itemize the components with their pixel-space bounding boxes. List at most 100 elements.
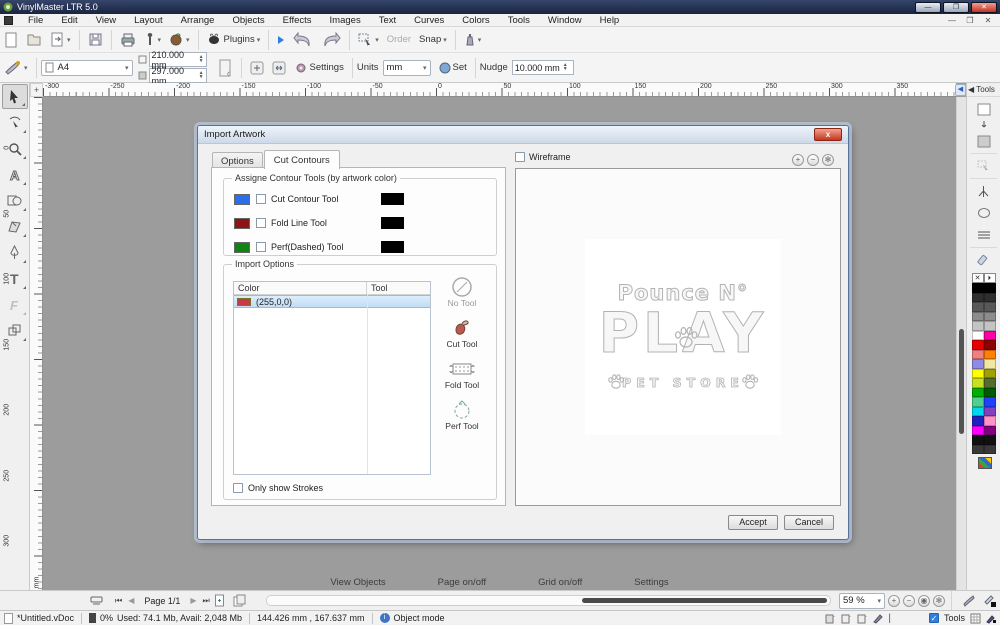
no-tool-button[interactable]: No Tool <box>440 276 484 308</box>
palette-color[interactable] <box>984 302 996 312</box>
palette-color[interactable] <box>984 340 996 350</box>
spray-tool-button[interactable]: ▾ <box>460 30 486 49</box>
print-button[interactable] <box>116 31 140 49</box>
palette-color[interactable] <box>972 426 984 436</box>
menu-item[interactable]: Help <box>591 15 629 26</box>
eraser-tool-button[interactable] <box>973 250 995 270</box>
menu-item[interactable]: Objects <box>223 15 273 26</box>
vertical-ruler[interactable]: 050100150200250300 mm <box>30 97 43 590</box>
accept-button[interactable]: Accept <box>728 515 778 530</box>
palette-color[interactable] <box>984 416 996 426</box>
select-tool-button[interactable] <box>2 84 28 109</box>
palette-color[interactable] <box>972 312 984 322</box>
palette-color[interactable] <box>984 378 996 388</box>
add-page-button[interactable] <box>246 59 268 77</box>
effects-tool-button[interactable]: F <box>2 292 28 317</box>
maximize-button[interactable]: ❐ <box>943 2 969 13</box>
preview-zoom-out-button[interactable]: − <box>807 154 819 166</box>
menu-item[interactable]: Colors <box>453 15 498 26</box>
page-orientation-button[interactable] <box>268 59 290 77</box>
palette-color[interactable] <box>984 426 996 436</box>
pick-color-button[interactable] <box>973 156 995 176</box>
redo-button[interactable] <box>317 30 345 50</box>
open-document-button[interactable] <box>22 30 46 50</box>
menu-item[interactable]: File <box>19 15 52 26</box>
zoom-fit-button[interactable]: ✻ <box>933 595 945 607</box>
new-document-button[interactable] <box>0 30 22 50</box>
footer-link[interactable]: Grid on/off <box>538 577 582 588</box>
stamp-icon-1[interactable] <box>825 613 836 624</box>
palette-color[interactable] <box>972 397 984 407</box>
palette-color[interactable] <box>984 331 996 341</box>
node-edit-tool-button[interactable] <box>2 110 28 135</box>
import-button[interactable]: ▾ <box>46 30 75 50</box>
palette-color[interactable] <box>972 435 984 445</box>
zoom-level-select[interactable]: 59 %▾ <box>839 593 885 609</box>
line-style-button[interactable] <box>973 225 995 245</box>
palette-color[interactable] <box>972 283 984 293</box>
swap-fill-stroke-icon[interactable] <box>973 121 995 129</box>
first-page-button[interactable]: ⏮ <box>115 596 122 606</box>
set-button[interactable]: Set <box>435 60 471 76</box>
pen-icon[interactable] <box>873 613 883 623</box>
palette-color[interactable] <box>972 340 984 350</box>
color-picker-button[interactable] <box>978 457 992 469</box>
nudge-input[interactable]: 10.000 mm▲▼ <box>512 60 574 75</box>
undo-button[interactable] <box>289 30 317 50</box>
zoom-in-button[interactable]: + <box>888 595 900 607</box>
palette-color[interactable] <box>984 293 996 303</box>
tool-line-preview[interactable] <box>381 217 404 229</box>
gradient-tool-button[interactable] <box>973 181 995 201</box>
menu-item[interactable]: Effects <box>274 15 321 26</box>
vinyl-spooler-button[interactable]: ▾ <box>165 30 194 49</box>
menu-item[interactable]: Arrange <box>172 15 224 26</box>
palette-color[interactable] <box>972 331 984 341</box>
units-select[interactable]: mm▾ <box>383 60 431 76</box>
column-color[interactable]: Color <box>234 282 367 294</box>
palette-color[interactable] <box>972 388 984 398</box>
footer-link[interactable]: Settings <box>634 577 668 588</box>
palette-color[interactable] <box>984 369 996 379</box>
footer-link[interactable]: Page on/off <box>438 577 486 588</box>
palette-color[interactable] <box>984 445 996 455</box>
add-page-icon[interactable] <box>214 594 225 607</box>
palette-color[interactable] <box>972 445 984 455</box>
tools-visibility-checkbox[interactable]: ✓ <box>929 613 939 623</box>
close-button[interactable]: ✕ <box>971 2 997 13</box>
menu-item[interactable]: Curves <box>405 15 453 26</box>
color-tool-table[interactable]: Color Tool (255,0,0) <box>233 281 431 475</box>
cancel-button[interactable]: Cancel <box>784 515 834 530</box>
minimize-button[interactable]: — <box>915 2 941 13</box>
palette-color[interactable] <box>984 359 996 369</box>
mdi-close-icon[interactable]: ✕ <box>982 16 994 25</box>
cut-tool-button[interactable]: Cut Tool <box>440 317 484 349</box>
save-button[interactable] <box>84 30 107 49</box>
palette-color[interactable] <box>972 369 984 379</box>
horizontal-scroll-thumb[interactable] <box>582 598 827 603</box>
settings-button[interactable]: Settings <box>290 59 348 77</box>
tool-line-preview[interactable] <box>381 241 404 253</box>
tab-cut-contours[interactable]: Cut Contours <box>264 150 340 169</box>
wireframe-checkbox[interactable] <box>515 152 525 162</box>
stamp-icon-2[interactable] <box>841 613 852 624</box>
contour-tool-checkbox[interactable] <box>256 242 266 252</box>
pen-color-icon[interactable] <box>983 594 996 607</box>
palette-color[interactable] <box>984 435 996 445</box>
palette-color[interactable] <box>984 407 996 417</box>
contour-tool-checkbox[interactable] <box>256 194 266 204</box>
pin-tool-button[interactable]: ▾ <box>140 30 166 49</box>
perf-tool-button[interactable]: Perf Tool <box>440 399 484 431</box>
mdi-minimize-icon[interactable]: — <box>946 16 958 25</box>
palette-color[interactable] <box>972 350 984 360</box>
tool-line-preview[interactable] <box>381 193 404 205</box>
page-size-select[interactable]: A4 ▾ <box>41 60 133 76</box>
menu-item[interactable]: View <box>87 15 125 26</box>
stroke-swatch-button[interactable] <box>973 99 995 119</box>
tools-panel-collapse-icon[interactable]: ◀ <box>968 85 974 94</box>
fill-bucket-icon[interactable]: 🞂 <box>984 273 996 283</box>
prev-page-button[interactable]: ◀ <box>128 596 134 605</box>
snap-button[interactable]: Snap▾ <box>415 32 451 47</box>
panel-collapse-button[interactable]: ◀ <box>955 84 966 96</box>
palette-color[interactable] <box>984 283 996 293</box>
stamp-icon-3[interactable] <box>857 613 868 624</box>
